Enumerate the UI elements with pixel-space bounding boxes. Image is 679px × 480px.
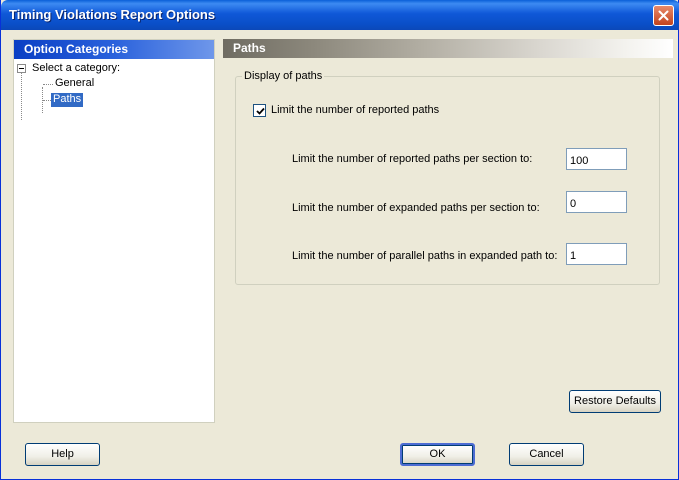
reported-paths-input[interactable] (566, 148, 627, 170)
close-button[interactable] (653, 5, 674, 26)
reported-paths-label: Limit the number of reported paths per s… (292, 153, 533, 165)
tree-collapse-icon[interactable] (17, 64, 26, 73)
parallel-paths-input[interactable] (566, 243, 627, 265)
dialog-window: Timing Violations Report Options Option … (0, 0, 679, 480)
tree-item-paths[interactable]: Paths (51, 93, 84, 107)
limit-paths-label: Limit the number of reported paths (271, 104, 440, 116)
checkmark-icon (256, 107, 265, 115)
ok-button[interactable]: OK (400, 443, 475, 466)
tree-root-label: Select a category: (32, 62, 121, 74)
parallel-paths-label: Limit the number of parallel paths in ex… (292, 250, 558, 262)
expanded-paths-input[interactable] (566, 191, 627, 213)
group-title: Display of paths (242, 70, 325, 82)
close-icon (658, 10, 669, 21)
category-header: Option Categories (14, 40, 214, 59)
tree-item-general[interactable]: General (53, 77, 96, 91)
category-panel: Option Categories Select a category: Gen… (13, 39, 215, 423)
section-header: Paths (223, 39, 673, 58)
tree-connector (43, 84, 53, 85)
restore-defaults-button[interactable]: Restore Defaults (569, 390, 661, 413)
expanded-paths-label: Limit the number of expanded paths per s… (292, 202, 540, 214)
limit-paths-checkbox[interactable] (253, 104, 266, 117)
cancel-button[interactable]: Cancel (509, 443, 584, 466)
tree-connector (21, 73, 22, 120)
tree-connector (43, 100, 51, 101)
help-button[interactable]: Help (25, 443, 100, 466)
window-title: Timing Violations Report Options (9, 7, 216, 22)
title-bar[interactable]: Timing Violations Report Options (1, 0, 679, 30)
